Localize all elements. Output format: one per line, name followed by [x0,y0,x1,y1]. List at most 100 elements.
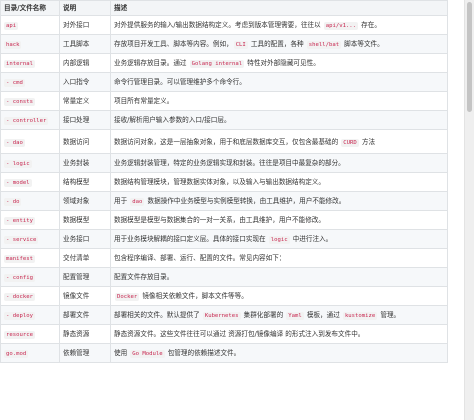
detail-text: 对外提供服务的输入/输出数据结构定义。考虑到版本管理需要，往往以 [114,21,323,29]
inline-code: CLI [233,41,248,49]
table-row: hack 工具脚本 存放项目开发工具、脚本等内容。例如， CLI 工具的配置，各种 s… [0,34,448,54]
directory-name-code: - consts [4,98,35,106]
directory-name-code: api [4,22,19,30]
directory-name-code: hack [4,41,22,49]
directory-name-code: go.mod [4,350,29,358]
table-row: - controller 接口处理 接收/解析用户输入参数的入口/接口层。 [0,110,448,130]
detail-text: 用于业务模块解耦的接口定义层。具体的接口实现在 [114,235,268,243]
table-row: resource 静态资源 静态资源文件。这些文件往往可以通过 资源打包/镜像编译 … [0,324,448,344]
inline-code: dao [130,198,145,206]
cell-detail: 用于 dao 数据操作中业务模型与实例模型转换，由工具维护，用户不能修改。 [110,191,448,211]
cell-name: - model [0,172,60,192]
table-row: - model 结构模型 数据结构管理模块，管理数据实体对象，以及输入与输出数据结构… [0,172,448,192]
cell-detail: 存放项目开发工具、脚本等内容。例如， CLI 工具的配置，各种 shell/bat… [110,34,448,54]
cell-desc: 部署文件 [59,305,111,325]
table-row: - service 业务接口 用于业务模块解耦的接口定义层。具体的接口实现在 log… [0,229,448,249]
detail-text: 特性对外部隐藏可见性。 [245,59,320,67]
cell-name: - consts [0,91,60,111]
directory-name-code: - cmd [4,79,25,87]
cell-desc: 数据访问 [59,129,111,154]
inline-code: shell/bat [306,41,342,49]
cell-desc: 常量定义 [59,91,111,111]
cell-detail: 用于业务模块解耦的接口定义层。具体的接口实现在 logic 中进行注入。 [110,229,448,249]
directory-name-code: - model [4,179,32,187]
cell-name: - config [0,267,60,287]
cell-desc: 结构模型 [59,172,111,192]
cell-name: - docker [0,286,60,306]
cell-name: go.mod [0,343,60,363]
directory-name-code: - deploy [4,312,35,320]
cell-detail: 业务逻辑封装管理，特定的业务逻辑实现和封装。往往是项目中最复杂的部分。 [110,153,448,173]
table-row: - cmd 入口指令 命令行管理目录。可以管理维护多个命令行。 [0,72,448,92]
cell-detail: 项目所有常量定义。 [110,91,448,111]
detail-text: 业务逻辑存放目录。通过 [114,59,189,67]
cell-desc: 交付清单 [59,248,111,268]
scrollbar-thumb[interactable] [467,2,472,112]
table-body: api 对外接口 对外提供服务的输入/输出数据结构定义。考虑到版本管理需要，往往以 … [0,15,448,363]
cell-detail: 数据模型是模型与数据集合的一对一关系，由工具维护，用户不能修改。 [110,210,448,230]
cell-detail: Docker 镜像相关依赖文件，脚本文件等等。 [110,286,448,306]
cell-name: api [0,15,60,35]
cell-detail: 数据结构管理模块，管理数据实体对象，以及输入与输出数据结构定义。 [110,172,448,192]
document-page: 目录/文件名称 说明 描述 api 对外接口 对外提供服务的输入/输出数据结构定义。… [0,0,474,420]
table-row: - logic 业务封装 业务逻辑封装管理，特定的业务逻辑实现和封装。往往是项目中最… [0,153,448,173]
directory-name-code: - logic [4,160,32,168]
inline-code: logic [268,236,290,244]
cell-detail: 配置文件存放目录。 [110,267,448,287]
table-header-row: 目录/文件名称 说明 描述 [0,0,448,16]
detail-text: 包含程序编译、部署、运行、配置的文件。常见内容如下： [114,254,286,262]
detail-text: 用于 [114,197,130,205]
detail-text: 数据访问对象，这是一层抽象对象，用于和底层数据库交互，仅包含最基础的 [114,137,341,146]
vertical-scrollbar[interactable] [464,0,474,420]
cell-desc: 业务封装 [59,153,111,173]
table-row: - deploy 部署文件 部署相关的文件。默认提供了 Kubernetes 集群化… [0,305,448,325]
table-row: - dao 数据访问 数据访问对象，这是一层抽象对象，用于和底层数据库交互，仅包含最… [0,129,448,154]
detail-text: 镜像相关依赖文件，脚本文件等等。 [140,292,248,300]
cell-name: - controller [0,110,60,130]
cell-desc: 接口处理 [59,110,111,130]
inline-code: kustomize [342,312,378,320]
detail-text: 命令行管理目录。可以管理维护多个命令行。 [114,78,246,86]
detail-text: 包管理的依赖描述文件。 [165,349,241,357]
table-row: internal 内部逻辑 业务逻辑存放目录。通过 Golang internal … [0,53,448,73]
detail-text: 管理。 [378,311,401,319]
directory-name-code: manifest [4,255,35,263]
cell-desc: 入口指令 [59,72,111,92]
detail-text: 接收/解析用户输入参数的入口/接口层。 [114,116,231,124]
cell-name: manifest [0,248,60,268]
cell-desc: 工具脚本 [59,34,111,54]
cell-detail: 静态资源文件。这些文件往往可以通过 资源打包/镜像编译 的形式注入到发布文件中。 [110,324,448,344]
cell-desc: 对外接口 [59,15,111,35]
inline-code: Docker [115,293,140,301]
cell-name: - dao [0,129,60,154]
inline-code: Yaml [286,312,304,320]
header-name: 目录/文件名称 [0,0,60,16]
cell-detail: 包含程序编译、部署、运行、配置的文件。常见内容如下： [110,248,448,268]
cell-detail: 对外提供服务的输入/输出数据结构定义。考虑到版本管理需要，往往以 api/v1.… [110,15,448,35]
cell-detail: 命令行管理目录。可以管理维护多个命令行。 [110,72,448,92]
inline-code: CURD [341,138,359,147]
header-desc: 说明 [59,0,111,16]
directory-name-code: - service [4,236,39,244]
cell-name: - service [0,229,60,249]
cell-name: - deploy [0,305,60,325]
cell-desc: 静态资源 [59,324,111,344]
cell-detail: 接收/解析用户输入参数的入口/接口层。 [110,110,448,130]
detail-text: 静态资源文件。这些文件往往可以通过 资源打包/镜像编译 的形式注入到发布文件中。 [114,330,365,338]
cell-name: resource [0,324,60,344]
table-row: - entity 数据模型 数据模型是模型与数据集合的一对一关系，由工具维护，用户不… [0,210,448,230]
cell-name: - cmd [0,72,60,92]
cell-desc: 业务接口 [59,229,111,249]
detail-text: 集群化部署的 [241,311,286,319]
detail-text: 数据模型是模型与数据集合的一对一关系，由工具维护，用户不能修改。 [114,216,325,224]
detail-text: 存在。 [359,21,381,29]
cell-detail: 业务逻辑存放目录。通过 Golang internal 特性对外部隐藏可见性。 [110,53,448,73]
directory-name-code: - entity [4,217,35,225]
directory-table: 目录/文件名称 说明 描述 api 对外接口 对外提供服务的输入/输出数据结构定义。… [0,0,448,363]
cell-desc: 依赖管理 [59,343,111,363]
directory-name-code: resource [4,331,35,339]
cell-name: - logic [0,153,60,173]
cell-name: - do [0,191,60,211]
inline-code: Kubernetes [202,312,241,320]
detail-text: 数据结构管理模块，管理数据实体对象，以及输入与输出数据结构定义。 [114,178,325,186]
